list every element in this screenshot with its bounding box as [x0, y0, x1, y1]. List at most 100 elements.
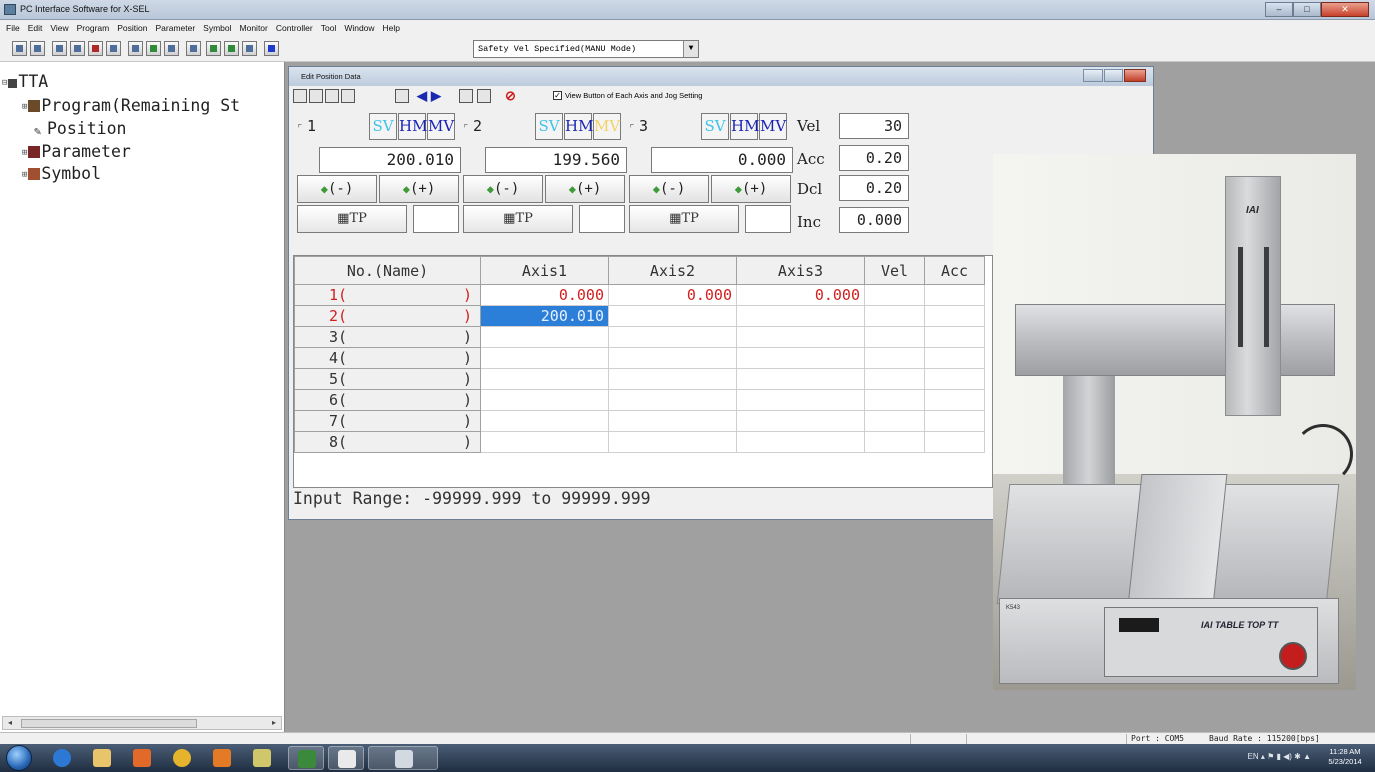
row-name[interactable]: 7()	[294, 410, 481, 432]
axis3-tp-field[interactable]	[745, 205, 791, 233]
clock[interactable]: 11:28 AM 5/23/2014	[1321, 747, 1369, 767]
axis1-jog-plus-button[interactable]: ◆(+)	[379, 175, 459, 203]
cell-axis2[interactable]	[608, 347, 737, 369]
axis3-checkbox[interactable]: ⌜	[629, 123, 635, 134]
scrollbar-thumb[interactable]	[21, 719, 197, 728]
checkbox-checked-icon[interactable]: ✓	[553, 91, 562, 100]
cell-axis3[interactable]	[736, 431, 865, 453]
expand-icon[interactable]: ⊞	[22, 170, 27, 180]
axis1-tp-field[interactable]	[413, 205, 459, 233]
axis2-value-field[interactable]: 199.560	[485, 147, 627, 173]
open-icon[interactable]	[12, 41, 27, 56]
taskbar-ie[interactable]	[44, 746, 80, 770]
menu-help[interactable]: Help	[383, 23, 400, 33]
parameter-icon[interactable]	[88, 41, 103, 56]
axis3-tp-button[interactable]: ▦TP	[629, 205, 739, 233]
system-tray[interactable]: EN ▴ ⚑ ▮ ◀) ✱ ▲	[1248, 752, 1312, 761]
cell-vel[interactable]	[864, 305, 925, 327]
tree-item-program[interactable]: ⊞ Program(Remaining St	[22, 96, 240, 115]
symbol-icon[interactable]	[106, 41, 121, 56]
program-icon[interactable]	[52, 41, 67, 56]
row-name[interactable]: 6()	[294, 389, 481, 411]
axis1-label[interactable]: ⌜ 1	[297, 117, 316, 135]
menu-tool[interactable]: Tool	[321, 23, 337, 33]
cell-axis1[interactable]	[480, 410, 609, 432]
row-name[interactable]: 5()	[294, 368, 481, 390]
prev-icon[interactable]: ◀	[417, 89, 431, 103]
cell-acc[interactable]	[924, 389, 985, 411]
cell-axis3[interactable]	[736, 389, 865, 411]
tree-item-parameter[interactable]: ⊞ Parameter	[22, 142, 131, 161]
cell-vel[interactable]	[864, 368, 925, 390]
row-name[interactable]: 1()	[294, 284, 481, 306]
row-name[interactable]: 2()	[294, 305, 481, 327]
save-icon[interactable]	[293, 89, 307, 103]
cell-axis1[interactable]	[480, 389, 609, 411]
menu-file[interactable]: File	[6, 23, 20, 33]
run-icon[interactable]	[206, 41, 221, 56]
axis1-jog-minus-button[interactable]: ◆(-)	[297, 175, 377, 203]
acc-field[interactable]: 0.20	[839, 145, 909, 171]
save-as-icon[interactable]	[309, 89, 323, 103]
flash-icon[interactable]	[186, 41, 201, 56]
cell-vel[interactable]	[864, 284, 925, 306]
axis2-mv-button[interactable]: MV	[593, 113, 621, 140]
cell-vel[interactable]	[864, 389, 925, 411]
scroll-left-icon[interactable]: ◂	[3, 717, 17, 729]
tree-horizontal-scrollbar[interactable]: ◂ ▸	[2, 716, 282, 730]
table-row[interactable]: 5()	[294, 368, 985, 390]
close-button[interactable]	[1124, 69, 1146, 82]
menu-view[interactable]: View	[50, 23, 68, 33]
position-icon[interactable]	[70, 41, 85, 56]
start-button[interactable]	[6, 745, 32, 771]
dcl-field[interactable]: 0.20	[839, 175, 909, 201]
menu-position[interactable]: Position	[117, 23, 147, 33]
cell-axis3[interactable]	[736, 410, 865, 432]
axis1-mv-button[interactable]: MV	[427, 113, 455, 140]
menu-edit[interactable]: Edit	[28, 23, 43, 33]
cell-axis3[interactable]	[736, 347, 865, 369]
cell-axis3[interactable]	[736, 305, 865, 327]
menu-symbol[interactable]: Symbol	[203, 23, 231, 33]
next-icon[interactable]: ▶	[431, 89, 445, 103]
cell-vel[interactable]	[864, 326, 925, 348]
cell-axis2[interactable]	[608, 431, 737, 453]
taskbar-network[interactable]	[288, 746, 324, 770]
menu-monitor[interactable]: Monitor	[240, 23, 268, 33]
table-row[interactable]: 8()	[294, 431, 985, 453]
edit-icon[interactable]	[395, 89, 409, 103]
header-name[interactable]: No.(Name)	[294, 256, 481, 285]
vel-field[interactable]: 30	[839, 113, 909, 139]
cell-axis1[interactable]	[480, 326, 609, 348]
header-axis1[interactable]: Axis1	[480, 256, 609, 285]
axis1-tp-button[interactable]: ▦TP	[297, 205, 407, 233]
cell-axis1-selected[interactable]: 200.010	[480, 305, 609, 327]
monitor-icon[interactable]	[164, 41, 179, 56]
cell-axis3[interactable]: 0.000	[736, 284, 865, 306]
header-axis3[interactable]: Axis3	[736, 256, 865, 285]
upload-icon[interactable]	[146, 41, 161, 56]
axis3-jog-plus-button[interactable]: ◆(+)	[711, 175, 791, 203]
axis3-sv-button[interactable]: SV	[701, 113, 729, 140]
row-name[interactable]: 3()	[294, 326, 481, 348]
header-acc[interactable]: Acc	[924, 256, 985, 285]
expand-icon[interactable]: ⊞	[22, 102, 27, 112]
axis1-sv-button[interactable]: SV	[369, 113, 397, 140]
taskbar-chrome[interactable]	[164, 746, 200, 770]
menu-window[interactable]: Window	[344, 23, 374, 33]
menu-program[interactable]: Program	[77, 23, 110, 33]
axis3-value-field[interactable]: 0.000	[651, 147, 793, 173]
cell-acc[interactable]	[924, 347, 985, 369]
axis1-hm-button[interactable]: HM	[398, 113, 427, 140]
print-icon[interactable]	[341, 89, 355, 103]
tree-item-symbol[interactable]: ⊞ Symbol	[22, 164, 101, 183]
cell-acc[interactable]	[924, 326, 985, 348]
minimize-button[interactable]: –	[1265, 2, 1293, 17]
paste-row-icon[interactable]	[477, 89, 491, 103]
cell-acc[interactable]	[924, 410, 985, 432]
save-icon[interactable]	[30, 41, 45, 56]
axis2-tp-field[interactable]	[579, 205, 625, 233]
cell-acc[interactable]	[924, 284, 985, 306]
cell-axis1[interactable]	[480, 368, 609, 390]
axis2-hm-button[interactable]: HM	[564, 113, 593, 140]
